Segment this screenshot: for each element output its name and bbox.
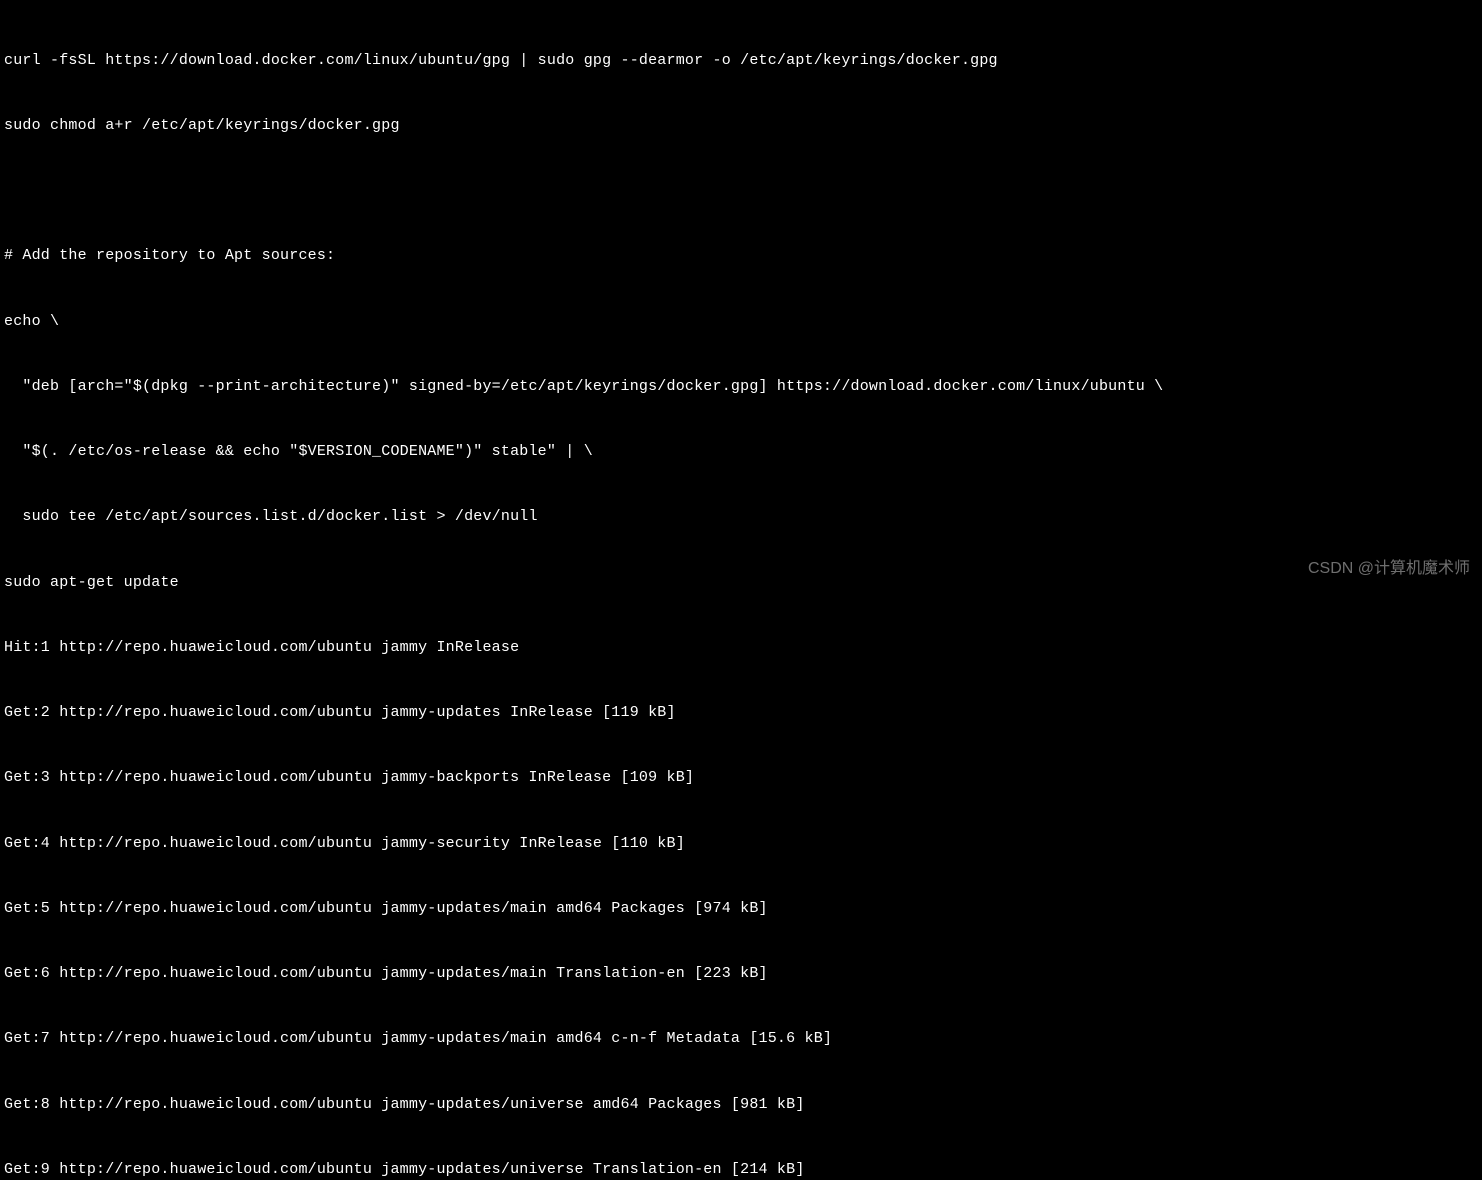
- terminal-line: Get:8 http://repo.huaweicloud.com/ubuntu…: [4, 1094, 1478, 1116]
- terminal-output[interactable]: curl -fsSL https://download.docker.com/l…: [4, 6, 1478, 1180]
- terminal-line: Get:9 http://repo.huaweicloud.com/ubuntu…: [4, 1159, 1478, 1180]
- terminal-line: Hit:1 http://repo.huaweicloud.com/ubuntu…: [4, 637, 1478, 659]
- terminal-line: curl -fsSL https://download.docker.com/l…: [4, 50, 1478, 72]
- terminal-line: [4, 180, 1478, 202]
- terminal-line: sudo chmod a+r /etc/apt/keyrings/docker.…: [4, 115, 1478, 137]
- terminal-line: Get:4 http://repo.huaweicloud.com/ubuntu…: [4, 833, 1478, 855]
- terminal-line: Get:2 http://repo.huaweicloud.com/ubuntu…: [4, 702, 1478, 724]
- terminal-line: Get:5 http://repo.huaweicloud.com/ubuntu…: [4, 898, 1478, 920]
- terminal-line: # Add the repository to Apt sources:: [4, 245, 1478, 267]
- watermark-text: CSDN @计算机魔术师: [1308, 557, 1470, 580]
- terminal-line: "deb [arch="$(dpkg --print-architecture)…: [4, 376, 1478, 398]
- terminal-line: Get:6 http://repo.huaweicloud.com/ubuntu…: [4, 963, 1478, 985]
- terminal-line: "$(. /etc/os-release && echo "$VERSION_C…: [4, 441, 1478, 463]
- terminal-line: Get:7 http://repo.huaweicloud.com/ubuntu…: [4, 1028, 1478, 1050]
- terminal-line: echo \: [4, 311, 1478, 333]
- terminal-line: sudo tee /etc/apt/sources.list.d/docker.…: [4, 506, 1478, 528]
- terminal-line: Get:3 http://repo.huaweicloud.com/ubuntu…: [4, 767, 1478, 789]
